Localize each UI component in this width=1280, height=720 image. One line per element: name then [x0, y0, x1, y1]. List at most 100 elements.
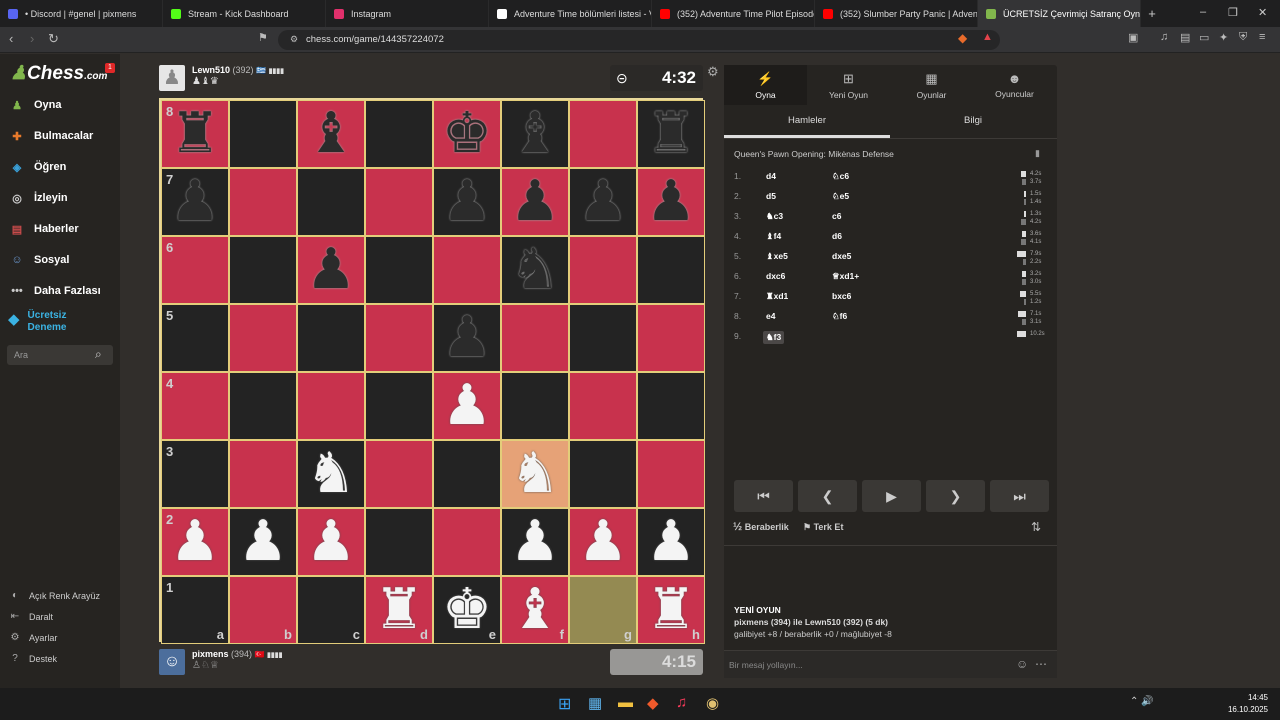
bottom-player-name[interactable]: pixmens [192, 649, 229, 659]
white-pawn-icon[interactable]: ♟ [306, 508, 356, 576]
file-explorer-icon[interactable]: ▬ [618, 694, 633, 711]
start-icon[interactable]: ⊞ [558, 694, 571, 714]
next-move-button[interactable]: ❯ [926, 480, 985, 512]
browser-tab[interactable]: Instagram [326, 0, 489, 27]
emoji-icon[interactable]: ☺ [1016, 657, 1028, 671]
square-e6[interactable] [433, 236, 501, 304]
white-pawn-icon[interactable]: ♟ [170, 508, 220, 576]
square-d6[interactable] [365, 236, 433, 304]
black-move[interactable]: c6 [832, 211, 841, 221]
sidebar-item-6[interactable]: ••• Daha Fazlası [8, 280, 100, 302]
white-move[interactable]: d5 [766, 191, 776, 201]
square-a6[interactable]: 6 [161, 236, 229, 304]
square-c7[interactable] [297, 168, 365, 236]
square-c6[interactable]: ♟ [297, 236, 365, 304]
square-b8[interactable] [229, 100, 297, 168]
maximize-button[interactable]: ❐ [1228, 6, 1238, 19]
white-pawn-icon[interactable]: ♟ [578, 508, 628, 576]
white-move[interactable]: e4 [766, 311, 775, 321]
tab-info[interactable]: Bilgi [890, 109, 1056, 139]
square-b6[interactable] [229, 236, 297, 304]
first-move-button[interactable]: ⏮ [734, 480, 793, 512]
brave-rewards-icon[interactable]: ▲ [982, 31, 993, 43]
white-king-icon[interactable]: ♚ [442, 576, 492, 644]
white-knight-icon[interactable]: ♞ [306, 440, 356, 508]
square-c5[interactable] [297, 304, 365, 372]
square-g7[interactable]: ♟ [569, 168, 637, 236]
square-c2[interactable]: ♟ [297, 508, 365, 576]
square-a8[interactable]: ♜ 8 [161, 100, 229, 168]
square-d4[interactable] [365, 372, 433, 440]
white-bishop-icon[interactable]: ♝ [510, 576, 560, 644]
square-h3[interactable] [637, 440, 705, 508]
white-move[interactable]: ♝f4 [766, 231, 781, 242]
close-tab-icon[interactable]: ✕ [1140, 8, 1141, 19]
square-b7[interactable] [229, 168, 297, 236]
close-window-button[interactable]: ✕ [1258, 6, 1267, 19]
sidebar-footer-item[interactable]: ◐ Açık Renk Arayüz [9, 590, 100, 602]
white-pawn-icon[interactable]: ♟ [442, 372, 492, 440]
black-move[interactable]: dxe5 [832, 251, 851, 261]
white-pawn-icon[interactable]: ♟ [510, 508, 560, 576]
square-f5[interactable] [501, 304, 569, 372]
sidebar-item-5[interactable]: ☺ Sosyal [8, 249, 69, 271]
white-move[interactable]: dxc6 [766, 271, 785, 281]
square-e3[interactable] [433, 440, 501, 508]
square-f4[interactable] [501, 372, 569, 440]
opening-name[interactable]: Queen's Pawn Opening: Mikėnas Defense [734, 149, 894, 159]
square-a1[interactable]: 1a [161, 576, 229, 644]
square-d7[interactable] [365, 168, 433, 236]
bottom-player-avatar[interactable]: ☺ [159, 649, 185, 675]
square-h7[interactable]: ♟ [637, 168, 705, 236]
site-info-icon[interactable]: ⚙ [290, 34, 298, 45]
white-move[interactable]: ♞f3 [763, 331, 785, 344]
back-icon[interactable]: ‹ [9, 31, 13, 46]
screenshot-icon[interactable]: ▣ [1128, 31, 1138, 44]
panel-tab-1[interactable]: ⊞ Yeni Oyun [807, 65, 890, 105]
chess-board[interactable]: ♜ 8 ♝ ♚ ♝ ♜ ♟ 7 ♟ ♟ ♟ ♟ 6 ♟ ♞ 5 ♟ 4 ♟ 3 ♞ ♞ ♟ 2 ♟ ♟ ♟ ♟ ♟ 1 a b c ♜ d ♚ e ♝ f g… [159, 98, 705, 644]
tab-moves[interactable]: Hamleler [724, 109, 890, 139]
panel-tab-3[interactable]: ☻ Oyuncular [973, 65, 1056, 105]
square-d5[interactable] [365, 304, 433, 372]
top-player-name[interactable]: Lewn510 [192, 65, 230, 75]
sidebar-item-3[interactable]: ◎ İzleyin [8, 187, 67, 209]
square-c4[interactable] [297, 372, 365, 440]
apple-music-icon[interactable]: ♫ [676, 694, 687, 711]
flip-board-icon[interactable]: ⇅ [1031, 520, 1041, 534]
search-input[interactable]: Ara [14, 350, 28, 360]
panel-tab-0[interactable]: ⚡ Oyna [724, 65, 807, 105]
tray-icons[interactable]: ⌃ 🔊 [1130, 696, 1154, 707]
board-settings-icon[interactable]: ⚙ [707, 64, 719, 80]
square-f3[interactable]: ♞ [501, 440, 569, 508]
square-c3[interactable]: ♞ [297, 440, 365, 508]
square-f1[interactable]: ♝ f [501, 576, 569, 644]
sidebar-item-2[interactable]: ◈ Öğren [8, 156, 67, 178]
white-pawn-icon[interactable]: ♟ [646, 508, 696, 576]
white-rook-icon[interactable]: ♜ [374, 576, 424, 644]
url-field[interactable]: chess.com/game/144357224072 [278, 30, 1000, 50]
black-rook-icon[interactable]: ♜ [170, 100, 220, 168]
brave-shield-icon[interactable]: ◆ [958, 31, 967, 45]
app-icon[interactable]: ◉ [706, 694, 719, 712]
square-g6[interactable] [569, 236, 637, 304]
square-g4[interactable] [569, 372, 637, 440]
browser-tab[interactable]: (352) Slumber Party Panic | Adventur [815, 0, 978, 27]
square-h6[interactable] [637, 236, 705, 304]
black-knight-icon[interactable]: ♞ [510, 236, 560, 304]
panel-tab-2[interactable]: ▦ Oyunlar [890, 65, 973, 105]
chat-input[interactable]: Bir mesaj yollayın... [729, 660, 803, 670]
chess-logo[interactable]: ♟Chess.com [10, 62, 107, 85]
black-bishop-icon[interactable]: ♝ [510, 100, 560, 168]
square-f2[interactable]: ♟ [501, 508, 569, 576]
premium-trial-link[interactable]: ◆ Ücretsiz Deneme [8, 310, 66, 334]
black-pawn-icon[interactable]: ♟ [442, 168, 492, 236]
black-pawn-icon[interactable]: ♟ [646, 168, 696, 236]
clock-time[interactable]: 14:45 [1222, 693, 1268, 702]
black-move[interactable]: ♘f6 [832, 311, 847, 322]
black-move[interactable]: ♕xd1+ [832, 271, 859, 282]
square-g5[interactable] [569, 304, 637, 372]
square-b1[interactable]: b [229, 576, 297, 644]
notification-badge[interactable]: 1 [105, 63, 115, 73]
leo-ai-icon[interactable]: ✦ [1219, 31, 1228, 44]
search-icon[interactable]: ⌕ [95, 347, 102, 362]
